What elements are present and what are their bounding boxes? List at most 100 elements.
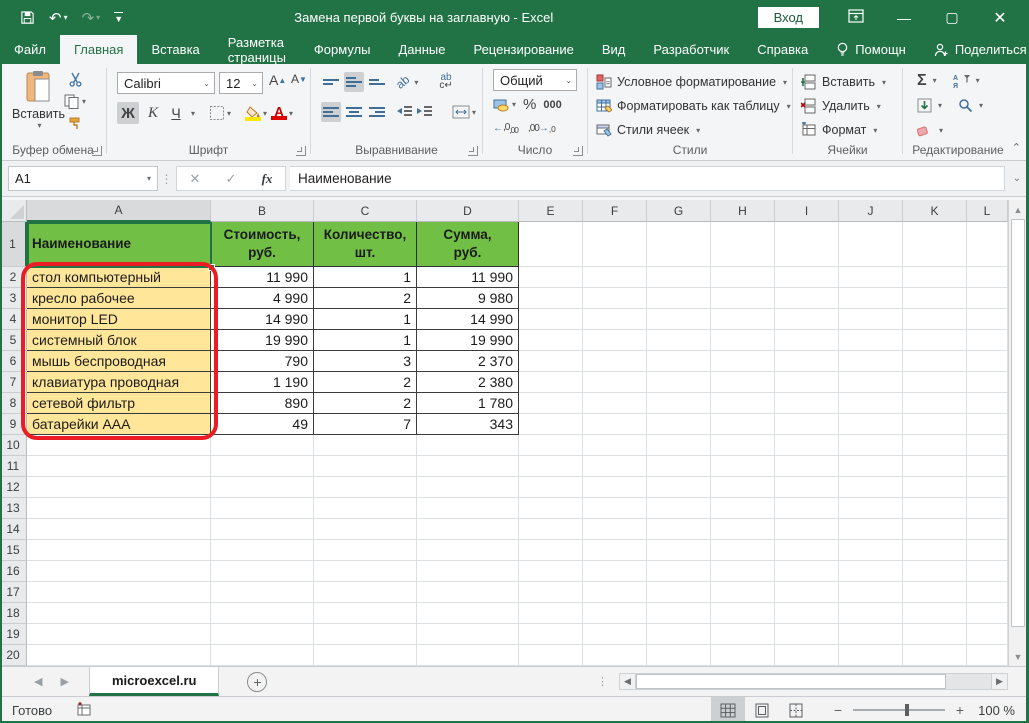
autosum-button[interactable]: Σ — [917, 72, 927, 90]
column-header-A[interactable]: A — [27, 200, 211, 222]
sheet-tab-active[interactable]: microexcel.ru — [88, 667, 220, 696]
cell-C2[interactable]: 1 — [314, 267, 417, 288]
cell-B10[interactable] — [211, 435, 314, 456]
cell-E7[interactable] — [519, 372, 583, 393]
cell-H18[interactable] — [711, 603, 775, 624]
cell-F12[interactable] — [583, 477, 647, 498]
save-icon[interactable] — [20, 10, 35, 25]
zoom-in-icon[interactable]: + — [949, 702, 971, 718]
row-header-12[interactable]: 12 — [0, 477, 27, 498]
font-color-button[interactable]: А ▾ — [271, 105, 293, 120]
cell-C15[interactable] — [314, 540, 417, 561]
scroll-left-icon[interactable]: ◀ — [619, 672, 636, 690]
format-as-table-button[interactable]: Форматировать как таблицу ▾ — [596, 94, 791, 118]
cell-E6[interactable] — [519, 351, 583, 372]
orientation-button[interactable]: ab — [393, 72, 412, 91]
cell-G8[interactable] — [647, 393, 711, 414]
cell-C13[interactable] — [314, 498, 417, 519]
cell-L14[interactable] — [967, 519, 1008, 540]
cell-H6[interactable] — [711, 351, 775, 372]
accounting-format-button[interactable]: ▾ — [493, 98, 516, 112]
cell-G20[interactable] — [647, 645, 711, 666]
clipboard-dialog-launcher-icon[interactable] — [92, 146, 102, 156]
cell-A3[interactable]: кресло рабочее — [27, 288, 211, 309]
cell-E11[interactable] — [519, 456, 583, 477]
cell-K20[interactable] — [903, 645, 967, 666]
ribbon-tab-file[interactable]: Файл — [0, 35, 60, 64]
comma-style-button[interactable]: 000 — [543, 99, 561, 111]
row-header-19[interactable]: 19 — [0, 624, 27, 645]
fill-button[interactable] — [917, 98, 932, 113]
insert-function-icon[interactable]: fx — [249, 171, 285, 187]
copy-button[interactable]: ▾ — [64, 94, 86, 109]
row-header-1[interactable]: 1 — [0, 222, 27, 267]
cell-L9[interactable] — [967, 414, 1008, 435]
cell-B8[interactable]: 890 — [211, 393, 314, 414]
cell-E1[interactable] — [519, 222, 583, 267]
cell-J14[interactable] — [839, 519, 903, 540]
cell-H2[interactable] — [711, 267, 775, 288]
cell-C10[interactable] — [314, 435, 417, 456]
cell-I1[interactable] — [775, 222, 839, 267]
column-header-B[interactable]: B — [211, 200, 314, 222]
row-header-18[interactable]: 18 — [0, 603, 27, 624]
cell-G17[interactable] — [647, 582, 711, 603]
row-header-2[interactable]: 2 — [0, 267, 27, 288]
cell-A11[interactable] — [27, 456, 211, 477]
next-sheet-icon[interactable]: ▶ — [60, 675, 68, 688]
cell-H20[interactable] — [711, 645, 775, 666]
cell-G5[interactable] — [647, 330, 711, 351]
cell-A2[interactable]: стол компьютерный — [27, 267, 211, 288]
name-box[interactable]: A1 ▾ — [8, 166, 158, 191]
cell-H11[interactable] — [711, 456, 775, 477]
cell-H8[interactable] — [711, 393, 775, 414]
cell-D7[interactable]: 2 380 — [417, 372, 519, 393]
column-header-F[interactable]: F — [583, 200, 647, 222]
cell-L8[interactable] — [967, 393, 1008, 414]
confirm-entry-icon[interactable]: ✓ — [213, 171, 249, 187]
cell-G7[interactable] — [647, 372, 711, 393]
cell-L15[interactable] — [967, 540, 1008, 561]
cell-K18[interactable] — [903, 603, 967, 624]
cell-A20[interactable] — [27, 645, 211, 666]
cell-K9[interactable] — [903, 414, 967, 435]
cell-B15[interactable] — [211, 540, 314, 561]
cell-L5[interactable] — [967, 330, 1008, 351]
ribbon-tab-1[interactable]: Главная — [59, 35, 138, 64]
cell-K10[interactable] — [903, 435, 967, 456]
cell-I17[interactable] — [775, 582, 839, 603]
row-header-5[interactable]: 5 — [0, 330, 27, 351]
cell-K2[interactable] — [903, 267, 967, 288]
cell-E16[interactable] — [519, 561, 583, 582]
cell-styles-button[interactable]: Стили ячеек ▾ — [596, 118, 791, 142]
cell-H10[interactable] — [711, 435, 775, 456]
cell-D3[interactable]: 9 980 — [417, 288, 519, 309]
cell-K1[interactable] — [903, 222, 967, 267]
cell-J7[interactable] — [839, 372, 903, 393]
cell-F18[interactable] — [583, 603, 647, 624]
cell-L11[interactable] — [967, 456, 1008, 477]
cell-K16[interactable] — [903, 561, 967, 582]
alignment-dialog-launcher-icon[interactable] — [468, 146, 478, 156]
cell-D4[interactable]: 14 990 — [417, 309, 519, 330]
cell-B17[interactable] — [211, 582, 314, 603]
new-sheet-button[interactable]: + — [247, 671, 268, 692]
sort-filter-button[interactable]: АЯ — [953, 73, 970, 89]
cell-F20[interactable] — [583, 645, 647, 666]
cell-B19[interactable] — [211, 624, 314, 645]
cell-G1[interactable] — [647, 222, 711, 267]
cell-L6[interactable] — [967, 351, 1008, 372]
cell-I5[interactable] — [775, 330, 839, 351]
collapse-ribbon-icon[interactable]: ⌃ — [1012, 141, 1021, 154]
cell-D8[interactable]: 1 780 — [417, 393, 519, 414]
cell-E4[interactable] — [519, 309, 583, 330]
ribbon-tab-4[interactable]: Формулы — [300, 35, 385, 64]
cell-G9[interactable] — [647, 414, 711, 435]
cell-D20[interactable] — [417, 645, 519, 666]
cell-B18[interactable] — [211, 603, 314, 624]
cell-A1[interactable]: Наименование — [27, 222, 211, 267]
cell-A15[interactable] — [27, 540, 211, 561]
cell-D9[interactable]: 343 — [417, 414, 519, 435]
borders-button[interactable]: ▾ — [209, 105, 231, 121]
cell-L4[interactable] — [967, 309, 1008, 330]
